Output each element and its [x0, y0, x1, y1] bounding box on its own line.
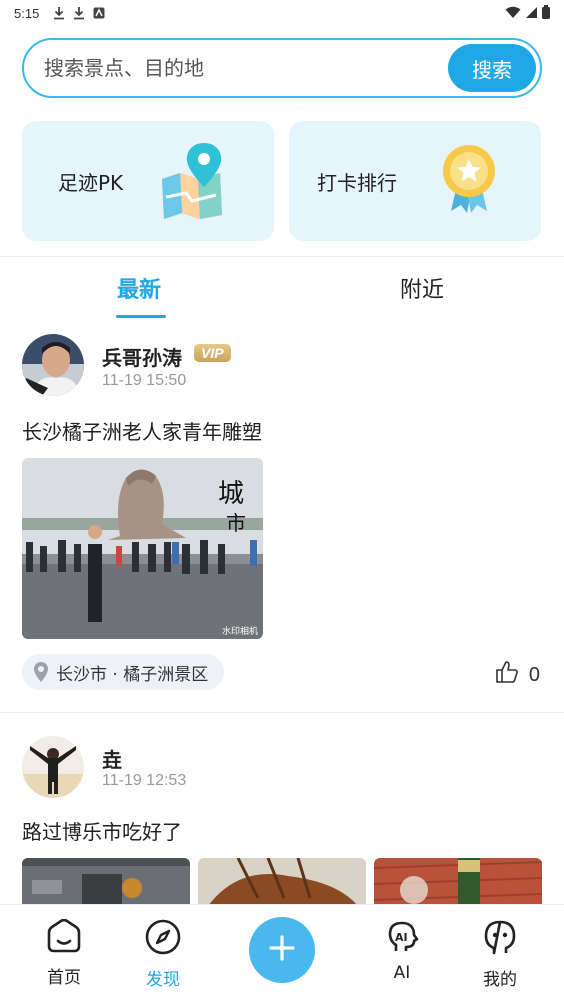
signal-icon [525, 6, 538, 23]
nav-mine-label: 我的 [483, 970, 517, 990]
post-text: 路过博乐市吃好了 [22, 820, 182, 844]
tab-latest[interactable]: 最新 [117, 272, 161, 304]
location-tag[interactable]: 长沙市 · 橘子洲景区 [22, 654, 225, 690]
status-time: 5:15 [14, 5, 40, 21]
footprint-pk-label: 足迹PK [58, 170, 124, 195]
post-username[interactable]: 兵哥孙涛 [102, 342, 182, 371]
vip-badge: VIP [194, 344, 231, 362]
battery-icon [542, 5, 550, 23]
tab-nearby[interactable]: 附近 [400, 272, 444, 304]
post-photo[interactable]: 城 市 水印相机 [22, 458, 263, 639]
post-photo-thumbnail[interactable] [198, 858, 366, 906]
post-text: 长沙橘子洲老人家青年雕塑 [22, 420, 262, 444]
post-time: 11-19 12:53 [102, 772, 187, 789]
checkin-rank-card[interactable]: 打卡排行 [289, 121, 541, 241]
nav-home[interactable]: 首页 [24, 918, 104, 988]
footprint-pk-card[interactable]: 足迹PK [22, 121, 274, 241]
compass-icon [145, 919, 181, 959]
search-bar: 搜索 [22, 38, 542, 98]
map-pin-icon [158, 139, 228, 225]
nav-discover-label: 发现 [146, 970, 180, 990]
like-count: 0 [528, 663, 540, 686]
avatar[interactable] [22, 334, 84, 396]
ai-head-icon: AI [384, 919, 420, 957]
plus-icon [268, 934, 296, 966]
location-label: 长沙市 · 橘子洲景区 [56, 664, 209, 685]
active-tab-indicator [116, 315, 166, 318]
avatar[interactable] [22, 736, 84, 798]
svg-text:城: 城 [218, 479, 244, 509]
nav-mine[interactable]: 我的 [460, 919, 540, 990]
section-divider [0, 256, 564, 257]
thumbs-up-icon [495, 660, 519, 690]
post-photo-thumbnail[interactable] [374, 858, 542, 906]
post-divider [0, 712, 564, 713]
wifi-icon [505, 6, 521, 23]
search-button[interactable]: 搜索 [448, 44, 536, 92]
feed-tabs: 最新 附近 [0, 262, 564, 320]
watermark-text: 水印相机 [222, 625, 258, 637]
add-post-button[interactable] [249, 917, 315, 983]
medal-icon [439, 141, 499, 219]
svg-text:市: 市 [226, 511, 246, 535]
nav-home-label: 首页 [47, 968, 81, 988]
profile-face-icon [482, 919, 518, 959]
nav-ai-label: AI [393, 963, 411, 983]
post-time: 11-19 15:50 [102, 372, 187, 389]
checkin-rank-label: 打卡排行 [317, 170, 397, 195]
download-icon [73, 6, 85, 20]
bottom-navigation: 首页 发现 AI AI 我的 [0, 904, 564, 1004]
app-notification-icon [93, 6, 105, 20]
location-pin-icon [34, 662, 48, 682]
nav-discover[interactable]: 发现 [123, 919, 203, 990]
status-bar: 5:15 [0, 0, 564, 26]
home-icon [46, 918, 82, 957]
download-icon [53, 6, 65, 20]
svg-text:AI: AI [395, 931, 408, 944]
post-photo-thumbnail[interactable] [22, 858, 190, 906]
like-button[interactable]: 0 [495, 660, 540, 690]
status-indicators [505, 5, 550, 23]
post-username[interactable]: 垚 [102, 744, 122, 773]
nav-ai[interactable]: AI AI [362, 919, 442, 983]
